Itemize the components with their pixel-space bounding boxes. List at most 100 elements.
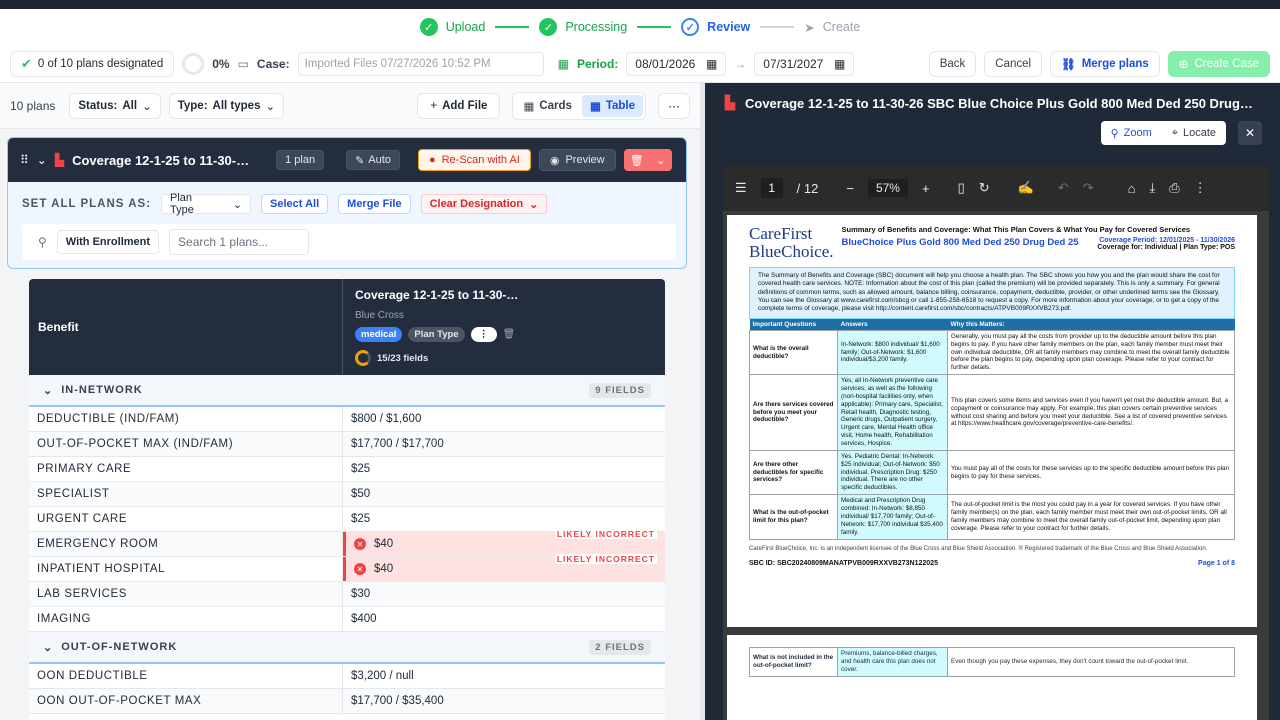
sbc-table: Important Questions Answers Why this Matte… [749,318,1235,540]
start-date-input[interactable]: 08/01/2026 ▦ [626,51,727,76]
sbc-notice: The Summary of Benefits and Coverage (SB… [749,266,1235,319]
more-vertical-icon[interactable]: ⋮ [1194,180,1207,196]
top-bar [0,0,1280,9]
pencil-icon: ✎ [355,154,365,167]
calendar-icon: ▦ [557,56,569,71]
benefit-value[interactable]: $400 [343,607,665,631]
benefit-value[interactable]: $30 [343,582,665,606]
rotate-icon[interactable]: ↻ [979,180,990,196]
delete-button[interactable]: 🗑 ⌄ [623,149,672,171]
zoom-level[interactable]: 57% [867,179,908,197]
chevron-down-icon[interactable]: ⌄ [37,153,47,167]
step-processing: ✓ Processing [539,18,627,36]
case-name-input[interactable]: Imported Files 07/27/2026 10:52 PM [297,51,544,76]
chevron-down-icon: ⌄ [265,100,276,113]
benefit-value[interactable]: $25 [343,457,665,481]
cards-view-button[interactable]: ▦ Cards [515,95,579,117]
with-enrollment-toggle[interactable]: With Enrollment [56,230,160,254]
benefit-value[interactable]: $800 / $1,600 [343,407,665,431]
pdf-document-view[interactable]: CareFirst BlueChoice. Summary of Benefits… [723,211,1269,720]
rocket-icon: ➤ [804,20,815,35]
select-all-button[interactable]: Select All [261,194,329,214]
benefit-name: INPATIENT HOSPITAL [29,557,343,581]
pdf-viewer-toolbar: ☰ 1 / 12 − 57% + ▯ ↻ ✍ ↶ ↷ ⌂ ⤓ ⎙ ⋮ [723,165,1269,211]
close-icon[interactable]: ✕ [1238,121,1262,145]
print-icon[interactable]: ⎙ [1169,180,1179,196]
fit-page-icon[interactable]: ▯ [958,180,965,196]
benefit-name: OUT-OF-POCKET MAX (IND/FAM) [29,432,343,456]
plan-count: 10 plans [10,98,56,113]
add-file-button[interactable]: + Add File [417,92,501,119]
chevron-down-icon: ⌄ [529,198,539,211]
type-filter[interactable]: Type: All types ⌄ [168,92,285,119]
benefit-value[interactable]: ✕ $40 LIKELY INCORRECT [343,529,665,556]
annotate-icon[interactable]: ✍ [1018,180,1034,196]
trash-icon[interactable]: 🗑 [503,329,516,340]
table-row[interactable]: OON DEDUCTIBLE $3,200 / null [29,664,665,689]
eye-icon: ◉ [549,154,560,167]
pdf-icon: ▙ [54,153,65,167]
plan-count-badge: 1 plan [276,150,325,170]
period-label: Period: [576,56,619,71]
likely-incorrect-badge: LIKELY INCORRECT [554,554,657,564]
auto-button[interactable]: ✎ Auto [346,150,400,170]
in-network-section[interactable]: ⌄ IN-NETWORK 9 FIELDS [29,375,665,407]
zoom-out-icon[interactable]: − [846,181,854,196]
download-icon[interactable]: ⤓ [1149,180,1155,196]
benefit-value[interactable]: $50 [343,482,665,506]
trash-icon: 🗑 [629,154,644,167]
progress-ring [182,52,205,75]
back-button[interactable]: Back [928,50,977,77]
end-date-input[interactable]: 07/31/2027 ▦ [754,51,855,76]
benefit-value[interactable]: $17,700 / $17,700 [343,432,665,456]
benefit-value[interactable]: $17,700 / $35,400 [343,689,665,713]
plan-type-tag[interactable]: Plan Type [408,327,465,342]
rescan-ai-button[interactable]: ● Re-Scan with AI [417,149,531,171]
link-icon: ⛓ [1061,58,1076,71]
merge-file-button[interactable]: Merge File [338,194,411,214]
cancel-button[interactable]: Cancel [984,50,1043,77]
out-network-section[interactable]: ⌄ OUT-OF-NETWORK 2 FIELDS [29,632,665,664]
view-toggle: ▦ Cards ▦ Table [512,91,646,120]
more-options-button[interactable]: ⋯ [658,92,690,119]
benefit-value[interactable]: $25 [343,507,665,531]
progress-ring [355,350,371,366]
table-row[interactable]: INPATIENT HOSPITAL ✕ $40 LIKELY INCORRECT [29,554,665,582]
create-case-button[interactable]: ⊕ Create Case [1167,50,1270,77]
table-view-button[interactable]: ▦ Table [581,94,643,117]
benefit-name: SPECIALIST [29,482,343,506]
table-row[interactable]: DEDUCTIBLE (IND/FAM) $800 / $1,600 [29,407,665,432]
search-icon: ⚲ [38,235,47,249]
zoom-button[interactable]: ⚲ Zoom [1101,121,1162,145]
plans-panel: 10 plans Status: All ⌄ Type: All types ⌄ + Ad… [0,83,700,720]
clear-designation-button[interactable]: Clear Designation ⌄ [420,194,548,214]
page-number-input[interactable]: 1 [760,178,783,198]
chevron-down-icon: ⌄ [43,641,54,654]
more-icon[interactable]: ⋮ [470,327,497,342]
plan-card: ⠿ ⌄ ▙ Coverage 12-1-25 to 11-30-26 SBC B… [7,137,687,269]
menu-icon[interactable]: ☰ [735,180,747,196]
locate-button[interactable]: ⌖ Locate [1162,121,1226,145]
plan-type-select[interactable]: Plan Type ⌄ [161,192,252,216]
redo-icon[interactable]: ↷ [1083,180,1094,196]
plan-search-input[interactable]: Search 1 plans... [169,229,310,255]
table-row[interactable]: OON OUT-OF-POCKET MAX $17,700 / $35,400 [29,689,665,714]
table-row[interactable]: LAB SERVICES $30 [29,582,665,607]
medical-tag[interactable]: medical [355,327,403,342]
case-label: Case: [256,56,290,71]
add-comment-icon[interactable]: ⌂ [1128,181,1136,196]
table-row[interactable]: IMAGING $400 [29,607,665,632]
table-row[interactable]: OUT-OF-POCKET MAX (IND/FAM) $17,700 / $17… [29,432,665,457]
preview-button[interactable]: ◉ Preview [538,149,616,171]
status-filter[interactable]: Status: All ⌄ [69,92,161,119]
table-row[interactable]: PRIMARY CARE $25 [29,457,665,482]
drag-handle-icon[interactable]: ⠿ [20,153,29,167]
benefit-value[interactable]: $3,200 / null [343,664,665,688]
undo-icon[interactable]: ↶ [1058,180,1069,196]
merge-plans-button[interactable]: ⛓ Merge plans [1050,50,1160,77]
table-row[interactable]: SPECIALIST $50 [29,482,665,507]
benefit-value[interactable]: ✕ $40 LIKELY INCORRECT [343,554,665,581]
grid-icon: ▦ [523,100,535,113]
zoom-in-icon[interactable]: + [922,181,930,196]
error-icon: ✕ [354,538,366,550]
